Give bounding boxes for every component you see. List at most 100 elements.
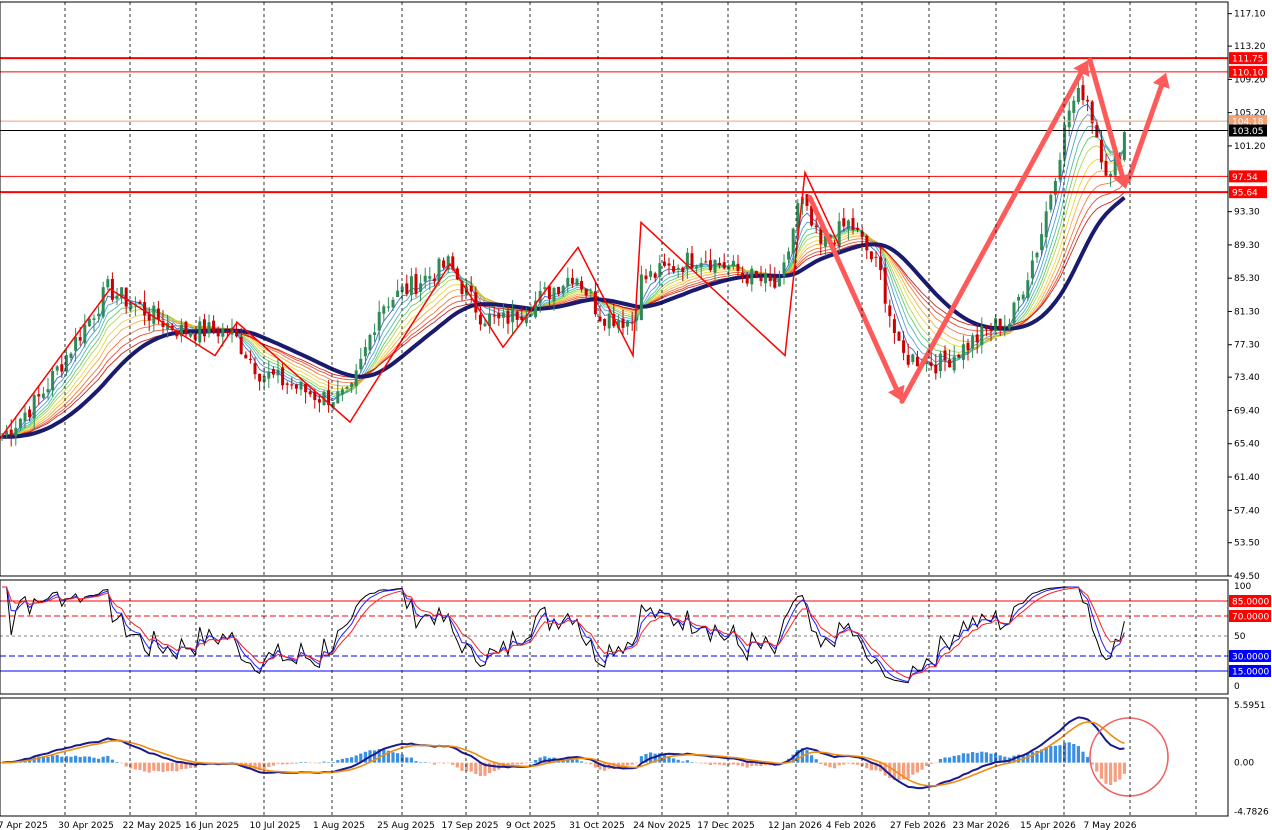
macd-histogram-bar [170, 762, 174, 772]
candle-body [156, 308, 160, 320]
candle-body [667, 263, 671, 266]
candle-body [874, 256, 878, 258]
candle-body [350, 383, 354, 388]
candle-body [754, 271, 758, 276]
rsi-level-label: 30.0000 [1232, 653, 1269, 663]
macd-histogram-bar [851, 762, 855, 765]
macd-histogram-bar [1118, 762, 1122, 780]
macd-histogram-bar [478, 762, 482, 777]
candle-body [1017, 296, 1021, 301]
x-tick-label: 7 May 2026 [1084, 821, 1137, 830]
candle-body [115, 295, 119, 300]
macd-histogram-bar [179, 762, 183, 770]
candle-body [851, 218, 855, 230]
macd-histogram-bar [391, 752, 395, 763]
candle-body [856, 227, 860, 230]
highlight-circle [1089, 717, 1169, 797]
price-tag-label: 103.05 [1232, 127, 1264, 137]
y-tick-label: 49.50 [1234, 572, 1260, 582]
candle-body [276, 369, 280, 376]
candle-body [55, 366, 59, 371]
macd-histogram-bar [925, 762, 929, 767]
candle-body [51, 371, 55, 391]
macd-histogram-bar [906, 762, 910, 779]
x-tick-label: 1 Aug 2025 [313, 821, 365, 830]
candle-body [768, 275, 772, 282]
candle-body [391, 299, 395, 308]
macd-histogram-bar [308, 762, 312, 764]
macd-histogram-bar [110, 759, 114, 763]
panel-frame [0, 579, 1229, 695]
macd-histogram-bar [920, 762, 924, 770]
macd-histogram-bar [741, 762, 745, 767]
candle-body [1086, 99, 1090, 102]
macd-histogram-bar [92, 757, 96, 763]
ribbon-ma-line [1, 113, 1125, 438]
x-tick-label: 12 Jan 2026 [768, 821, 822, 830]
x-tick-label: 23 Mar 2026 [952, 821, 1009, 830]
macd-histogram-bar [294, 762, 298, 764]
candle-body [759, 277, 763, 282]
candle-body [1035, 252, 1039, 258]
macd-histogram-bar [166, 762, 170, 772]
macd-histogram-bar [966, 753, 970, 763]
rsi-tick-label: 0 [1234, 682, 1240, 692]
panel-frame [0, 697, 1229, 817]
candle-body [865, 235, 869, 251]
candle-body [699, 263, 703, 268]
macd-histogram-bar [971, 752, 975, 763]
y-tick-label: 113.20 [1234, 42, 1266, 52]
macd-histogram-bar [446, 762, 450, 764]
rsi-level-label: 85.0000 [1232, 598, 1269, 608]
candle-body [975, 334, 979, 343]
candle-body [584, 288, 588, 296]
macd-histogram-bar [285, 762, 289, 765]
candle-body [497, 313, 501, 319]
candle-body [469, 286, 473, 292]
candle-body [363, 347, 367, 357]
macd-histogram-bar [865, 762, 869, 769]
candle-body [906, 354, 910, 365]
macd-histogram-bar [948, 757, 952, 763]
macd-histogram-bar [943, 757, 947, 763]
candle-body [432, 278, 436, 282]
macd-histogram-bar [354, 755, 358, 763]
candle-body [74, 336, 78, 351]
candle-body [189, 333, 193, 337]
candle-body [552, 288, 556, 302]
macd-histogram-bar [630, 762, 634, 765]
candle-body [708, 260, 712, 271]
macd-histogram-bar [681, 761, 685, 763]
candle-body [377, 311, 381, 331]
macd-histogram-bar [828, 762, 832, 768]
macd-histogram-bar [304, 762, 308, 763]
macd-histogram-bar [83, 756, 87, 763]
rsi-level-label: 15.0000 [1232, 668, 1269, 678]
candle-body [764, 274, 768, 284]
macd-histogram-bar [101, 756, 105, 763]
candle-body [41, 393, 45, 398]
candle-body [1076, 88, 1080, 103]
x-tick-label: 22 May 2025 [123, 821, 182, 830]
macd-histogram-bar [938, 758, 942, 763]
trading-chart[interactable]: 117.10113.20109.20105.20101.2093.3089.30… [0, 0, 1272, 830]
macd-histogram-bar [1095, 762, 1099, 772]
candle-body [46, 389, 50, 393]
candle-body [998, 318, 1002, 330]
macd-tick-label: -4.7826 [1234, 808, 1269, 818]
macd-histogram-bar [511, 762, 515, 765]
macd-histogram-bar [823, 762, 827, 766]
macd-histogram-bar [322, 761, 326, 763]
macd-histogram-bar [138, 762, 142, 770]
macd-histogram-bar [175, 762, 179, 772]
candle-body [304, 383, 308, 393]
y-tick-label: 81.30 [1234, 307, 1260, 317]
candle-body [405, 283, 409, 294]
candle-body [736, 263, 740, 271]
candle-body [253, 363, 257, 375]
macd-histogram-bar [718, 762, 722, 765]
macd-histogram-bar [589, 762, 593, 765]
macd-histogram-bar [1122, 762, 1126, 774]
candle-body [897, 331, 901, 341]
candle-body [281, 367, 285, 386]
